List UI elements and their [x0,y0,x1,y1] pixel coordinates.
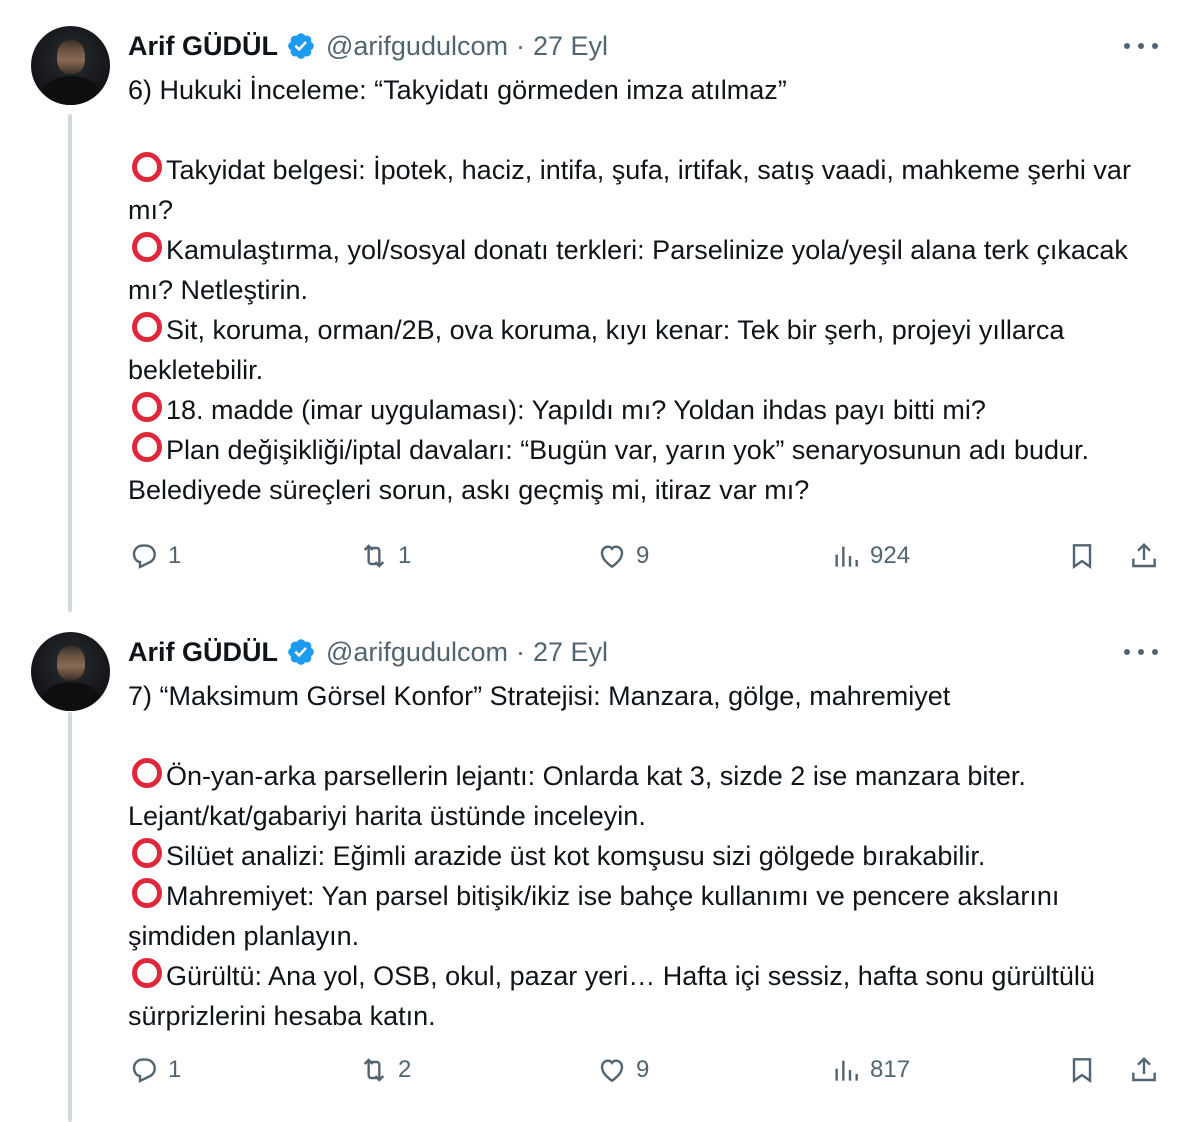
list-item: Sit, koruma, orman/2B, ova koruma, kıyı … [128,310,1168,390]
author-name[interactable]: Arif GÜDÜL [128,31,278,62]
like-button[interactable]: 9 [596,536,649,576]
retweet-count: 1 [398,542,412,569]
share-button[interactable] [1128,536,1160,576]
views-button[interactable]: 924 [830,536,910,576]
tweet-actions: 1 2 9 817 [128,1050,1168,1090]
separator: · [516,636,525,667]
views-icon [835,546,858,567]
list-item: Takyidat belgesi: İpotek, haciz, intifa,… [128,150,1168,230]
red-circle-icon [132,758,162,788]
more-icon[interactable] [1124,36,1158,56]
tweet-text: 7) “Maksimum Görsel Konfor” Stratejisi: … [128,676,1168,1036]
bookmark-button[interactable] [1066,1050,1098,1090]
list-item: Mahremiyet: Yan parsel bitişik/ikiz ise … [128,876,1168,956]
reply-button[interactable]: 1 [128,536,181,576]
like-count: 9 [636,1056,650,1083]
retweet-icon [363,544,385,568]
retweet-icon [363,1058,385,1082]
bookmark-button[interactable] [1066,536,1098,576]
share-button[interactable] [1128,1050,1160,1090]
retweet-button[interactable]: 2 [358,1050,411,1090]
separator: · [516,30,525,61]
retweet-count: 2 [398,1056,412,1083]
like-icon [600,1059,624,1083]
thread-line [68,114,72,612]
views-count: 924 [870,542,911,569]
avatar[interactable] [31,26,110,105]
thread-line [68,712,72,1122]
reply-count: 1 [168,1056,182,1083]
red-circle-icon [132,232,162,262]
list-item: Plan değişikliği/iptal davaları: “Bugün … [128,430,1168,510]
tweet-header: Arif GÜDÜL @arifgudulcom · 27 Eyl [128,634,608,670]
tweet-header: Arif GÜDÜL @arifgudulcom · 27 Eyl [128,28,608,64]
red-circle-icon [132,958,162,988]
share-icon [1132,1056,1156,1082]
red-circle-icon [132,838,162,868]
list-item: Gürültü: Ana yol, OSB, okul, pazar yeri…… [128,956,1168,1036]
tweet-title: 6) Hukuki İnceleme: “Takyidatı görmeden … [128,75,787,105]
tweet-title: 7) “Maksimum Görsel Konfor” Stratejisi: … [128,681,951,711]
reply-count: 1 [168,542,182,569]
red-circle-icon [132,878,162,908]
red-circle-icon [132,432,162,462]
views-count: 817 [870,1056,911,1083]
like-count: 9 [636,542,650,569]
red-circle-icon [132,392,162,422]
views-button[interactable]: 817 [830,1050,910,1090]
avatar[interactable] [31,632,110,711]
more-icon[interactable] [1124,642,1158,662]
tweet-text: 6) Hukuki İnceleme: “Takyidatı görmeden … [128,70,1168,510]
red-circle-icon [132,152,162,182]
bookmark-icon [1072,544,1092,569]
list-item: 18. madde (imar uygulaması): Yapıldı mı?… [128,390,1168,430]
reply-icon [132,544,156,569]
author-handle[interactable]: @arifgudulcom [326,31,508,62]
like-icon [600,545,624,569]
tweet[interactable]: Arif GÜDÜL @arifgudulcom · 27 Eyl 6) Huk… [0,0,1202,612]
like-button[interactable]: 9 [596,1050,649,1090]
red-circle-icon [132,312,162,342]
bookmark-icon [1072,1058,1092,1083]
share-icon [1132,542,1156,568]
tweet-date[interactable]: 27 Eyl [533,637,608,668]
tweet[interactable]: Arif GÜDÜL @arifgudulcom · 27 Eyl 7) “Ma… [0,612,1202,1122]
verified-badge-icon [288,33,314,59]
views-icon [835,1060,858,1081]
author-handle[interactable]: @arifgudulcom [326,637,508,668]
list-item: Kamulaştırma, yol/sosyal donatı terkleri… [128,230,1168,310]
tweet-date[interactable]: 27 Eyl [533,31,608,62]
tweet-actions: 1 1 9 924 [128,536,1168,576]
reply-button[interactable]: 1 [128,1050,181,1090]
author-name[interactable]: Arif GÜDÜL [128,637,278,668]
list-item: Ön-yan-arka parsellerin lejantı: Onlarda… [128,756,1168,836]
reply-icon [132,1058,156,1083]
verified-badge-icon [288,639,314,665]
list-item: Silüet analizi: Eğimli arazide üst kot k… [128,836,1168,876]
retweet-button[interactable]: 1 [358,536,411,576]
